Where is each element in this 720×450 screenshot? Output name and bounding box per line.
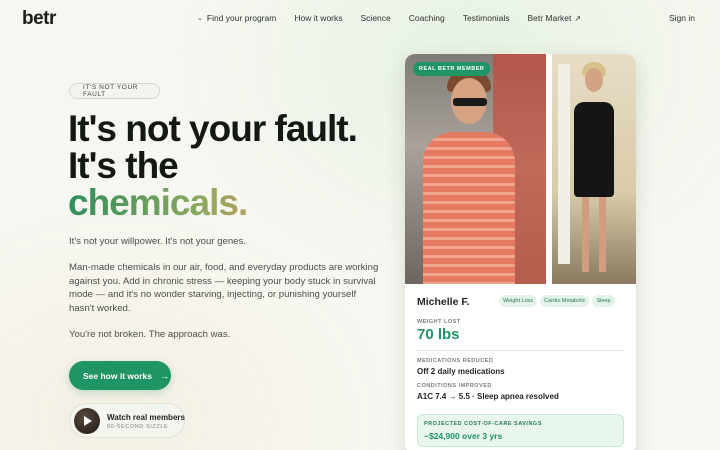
- weight-lost-label: WEIGHT LOST: [417, 319, 461, 325]
- divider: [417, 350, 624, 351]
- nav-links: ⌄ Find your program How it works Science…: [197, 13, 599, 23]
- arrow-right-icon: →: [159, 370, 169, 381]
- nav-coaching[interactable]: Coaching: [409, 13, 445, 23]
- headline-line-2: It's the: [68, 145, 179, 186]
- tag-weight-loss: Weight Loss: [499, 295, 538, 307]
- nav-link-label: Betr Market: [527, 13, 572, 23]
- photo-figure: [582, 197, 589, 272]
- nav-link-label: How it works: [294, 13, 343, 23]
- photo-background: [558, 64, 570, 264]
- photo-figure: [585, 68, 603, 92]
- conditions-label: CONDITIONS IMPROVED: [417, 383, 492, 389]
- photo-figure: [423, 132, 515, 284]
- body-paragraph-1: It's not your willpower. It's not your g…: [69, 236, 246, 247]
- cta-label: See how it works: [83, 370, 152, 381]
- photo-figure: [453, 98, 487, 106]
- external-arrow-icon: ↗: [574, 13, 582, 23]
- nav-find-program[interactable]: ⌄ Find your program: [197, 13, 276, 23]
- headline-line-1: It's not your fault.: [68, 108, 358, 149]
- chevron-down-icon: ⌄: [197, 15, 203, 22]
- tag-sleep: Sleep: [592, 295, 615, 307]
- body-paragraph-3: You're not broken. The approach was.: [69, 329, 231, 341]
- conditions-value: A1C 7.4 → 5.5 · Sleep apnea resolved: [417, 392, 559, 401]
- member-name: Michelle F.: [417, 296, 470, 308]
- see-how-it-works-button[interactable]: See how it works →: [69, 361, 171, 390]
- watch-video-button[interactable]: Watch real members 60-SECOND SIZZLE: [69, 403, 185, 438]
- medications-label: MEDICATIONS REDUCED: [417, 358, 494, 364]
- photo-figure: [574, 102, 614, 197]
- program-tags: Weight Loss Cardio Metabolic Sleep: [499, 295, 615, 307]
- real-member-badge: REAL BETR MEMBER: [413, 62, 491, 76]
- tag-cardio-metabolic: Cardio Metabolic: [540, 295, 590, 307]
- savings-label: PROJECTED COST-OF-CARE SAVINGS: [424, 421, 542, 427]
- top-nav: betr ⌄ Find your program How it works Sc…: [0, 0, 720, 38]
- weight-lost-value: 70 lbs: [417, 326, 460, 343]
- headline-line-3-gradient: chemicals.: [68, 184, 357, 221]
- member-story-card: REAL BETR MEMBER Michelle F. Weight Loss…: [405, 54, 636, 450]
- brand-logo[interactable]: betr: [22, 8, 56, 30]
- play-icon: [84, 416, 92, 426]
- before-after-photos: REAL BETR MEMBER: [405, 54, 636, 284]
- photo-figure: [599, 197, 606, 272]
- sign-in-link[interactable]: Sign in: [669, 13, 695, 23]
- nav-science[interactable]: Science: [361, 13, 391, 23]
- eyebrow-pill: IT'S NOT YOUR FAULT: [69, 83, 160, 99]
- after-photo: [552, 54, 636, 284]
- hero-headline: It's not your fault. It's the chemicals.: [68, 108, 358, 221]
- savings-box: PROJECTED COST-OF-CARE SAVINGS ~$24,900 …: [417, 414, 624, 447]
- nav-betr-market[interactable]: Betr Market ↗: [527, 13, 581, 23]
- nav-testimonials[interactable]: Testimonials: [463, 13, 510, 23]
- nav-link-label: Coaching: [408, 13, 445, 23]
- hero-body-copy: It's not your willpower. It's not your g…: [69, 235, 379, 354]
- watch-title: Watch real members: [107, 413, 185, 422]
- medications-value: Off 2 daily medications: [417, 367, 505, 376]
- nav-how-it-works[interactable]: How it works: [294, 13, 342, 23]
- before-photo: [405, 54, 546, 284]
- savings-value: ~$24,900 over 3 yrs: [424, 431, 503, 441]
- body-paragraph-2: Man-made chemicals in our air, food, and…: [69, 262, 379, 314]
- nav-link-label: Find your program: [206, 13, 277, 23]
- nav-link-label: Testimonials: [462, 13, 510, 23]
- watch-subtitle: 60-SECOND SIZZLE: [107, 424, 169, 430]
- video-thumbnail: [74, 408, 100, 434]
- nav-link-label: Science: [360, 13, 391, 23]
